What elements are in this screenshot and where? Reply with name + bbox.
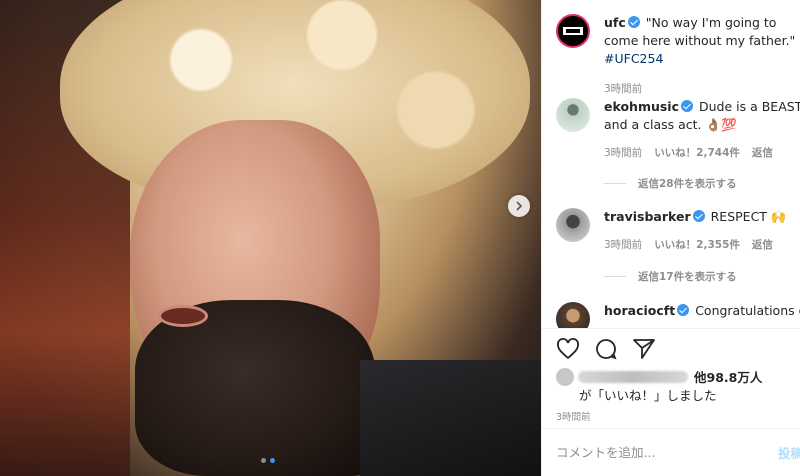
view-replies-button[interactable]: 返信28件を表示する [604,176,737,191]
comment-text: RESPECT 🙌 [710,209,787,224]
liked-count[interactable]: 他98.8万人 [694,367,762,386]
view-replies-button[interactable]: 返信17件を表示する [604,269,737,284]
liked-by-suffix: が「いいね！」しました [579,388,717,403]
comment-username[interactable]: travisbarker [604,209,691,224]
comment-time: 3時間前 [604,147,643,159]
verified-icon [627,16,640,28]
carousel-dot-active [270,458,275,463]
post-side-panel: ufc "No way I'm going to come here witho… [541,0,800,476]
post-timestamp[interactable]: 3時間前 [556,409,591,423]
avatar-travisbarker[interactable] [556,208,590,242]
post-actions: 他98.8万人 が「いいね！」しました 3時間前 [542,328,800,428]
comment-item: ekohmusic Dude is a BEAST and a class ac… [556,98,800,162]
heart-icon[interactable] [556,337,580,361]
comment-username[interactable]: ekohmusic [604,99,679,114]
comment-item: horaciocft Congratulations on [556,302,800,328]
liker-name-blurred [578,370,688,383]
comment-item: travisbarker RESPECT 🙌 3時間前 いいね！2,355件 返… [556,208,800,254]
liked-by[interactable]: 他98.8万人 [556,367,762,386]
caption-username[interactable]: ufc [604,15,626,30]
carousel-dot [261,458,266,463]
photo-beard [135,300,375,476]
caption-hashtag[interactable]: #UFC254 [604,51,663,66]
reply-button[interactable]: 返信 [752,236,773,254]
caption-time: 3時間前 [604,83,643,95]
post-comment-button[interactable]: 投稿 [778,443,800,462]
comment-likes[interactable]: いいね！2,355件 [654,236,740,254]
avatar-horaciocft[interactable] [556,302,590,328]
comments-list: ufc "No way I'm going to come here witho… [542,0,800,328]
photo-shirt [360,360,541,476]
next-slide-button[interactable] [508,195,530,217]
view-replies-label: 返信17件を表示する [638,271,737,283]
add-comment-bar: 投稿 [542,428,800,476]
comment-input[interactable] [556,445,756,460]
comment-time: 3時間前 [604,239,643,251]
caption: ufc "No way I'm going to come here witho… [556,14,800,98]
photo-mouth [158,305,208,327]
chevron-right-icon [516,201,523,211]
comment-username[interactable]: horaciocft [604,303,675,318]
carousel-indicator [261,458,275,463]
post-photo [0,0,541,476]
avatar-ekohmusic[interactable] [556,98,590,132]
verified-icon [692,210,705,222]
ufc-logo-icon [563,27,583,35]
comment-icon[interactable] [594,337,618,361]
comment-text: Congratulations on [695,303,800,318]
verified-icon [681,100,693,112]
share-icon[interactable] [632,337,656,361]
reply-button[interactable]: 返信 [752,144,773,162]
avatar-ufc[interactable] [556,14,590,48]
view-replies-label: 返信28件を表示する [638,178,737,190]
divider [604,183,626,184]
divider [604,276,626,277]
verified-icon [677,304,690,316]
liker-avatar [556,367,574,386]
comment-likes[interactable]: いいね！2,744件 [654,144,740,162]
